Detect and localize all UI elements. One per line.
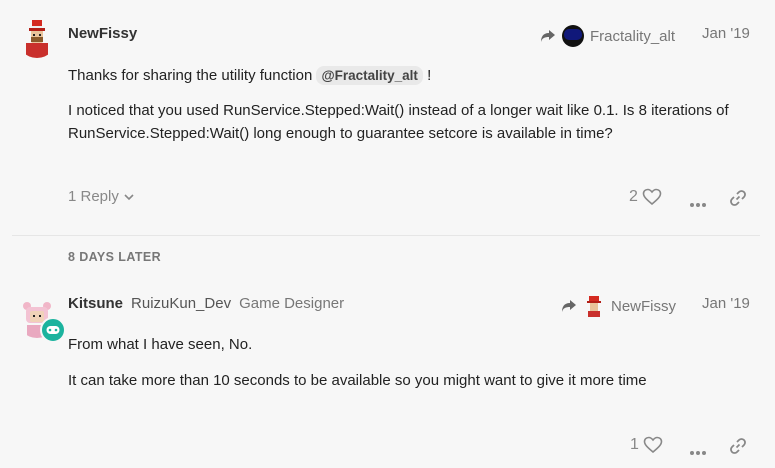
chevron-down-icon	[124, 193, 134, 200]
replies-toggle[interactable]: 1 Reply	[68, 188, 135, 205]
post-paragraph: I noticed that you used RunService.Stepp…	[68, 102, 729, 142]
post-divider	[12, 235, 760, 236]
like-button[interactable]: 2	[629, 188, 662, 206]
user-flair	[40, 317, 66, 343]
reply-to-avatar	[562, 25, 584, 47]
ellipsis-icon	[690, 451, 706, 455]
heart-icon	[642, 188, 662, 206]
post-text: !	[422, 67, 432, 84]
mention-link[interactable]: @Fractality_alt	[316, 66, 423, 85]
post-username[interactable]: Kitsune	[68, 295, 123, 312]
heart-icon	[643, 436, 663, 454]
time-gap-label: 8 DAYS LATER	[68, 250, 162, 264]
replies-label: 1 Reply	[68, 188, 119, 205]
like-count: 1	[630, 436, 639, 453]
reply-to-avatar	[583, 295, 605, 317]
reply-to-username: Fractality_alt	[590, 27, 676, 45]
post-secondary-name[interactable]: RuizuKun_Dev	[131, 295, 231, 312]
like-count: 2	[629, 188, 638, 205]
more-options-button[interactable]	[689, 195, 707, 213]
post-text: Thanks for sharing the utility function	[68, 67, 317, 84]
more-options-button[interactable]	[689, 443, 707, 461]
reply-to-username: NewFissy	[611, 297, 677, 315]
share-arrow-icon	[562, 300, 576, 312]
post-date[interactable]: Jan '19	[702, 295, 750, 312]
post-date[interactable]: Jan '19	[702, 25, 750, 42]
reply-to-indicator[interactable]: NewFissy	[561, 295, 676, 317]
user-title: Game Designer	[239, 295, 345, 312]
share-arrow-icon	[541, 30, 555, 42]
link-icon	[730, 190, 746, 206]
post-paragraph: It can take more than 10 seconds to be a…	[68, 372, 647, 389]
post-body: Thanks for sharing the utility function …	[68, 64, 758, 87]
gamepad-icon	[46, 326, 60, 334]
post-header-names: Kitsune RuizuKun_Dev Game Designer	[68, 295, 344, 312]
post-username[interactable]: NewFissy	[68, 25, 137, 42]
post-paragraph: From what I have seen, No.	[68, 336, 253, 353]
reply-to-indicator[interactable]: Fractality_alt	[540, 25, 675, 47]
link-icon	[730, 438, 746, 454]
share-link-button[interactable]	[729, 189, 747, 212]
avatar-newfissy[interactable]	[17, 18, 57, 58]
share-link-button[interactable]	[729, 437, 747, 460]
ellipsis-icon	[690, 203, 706, 207]
like-button[interactable]: 1	[630, 436, 663, 454]
